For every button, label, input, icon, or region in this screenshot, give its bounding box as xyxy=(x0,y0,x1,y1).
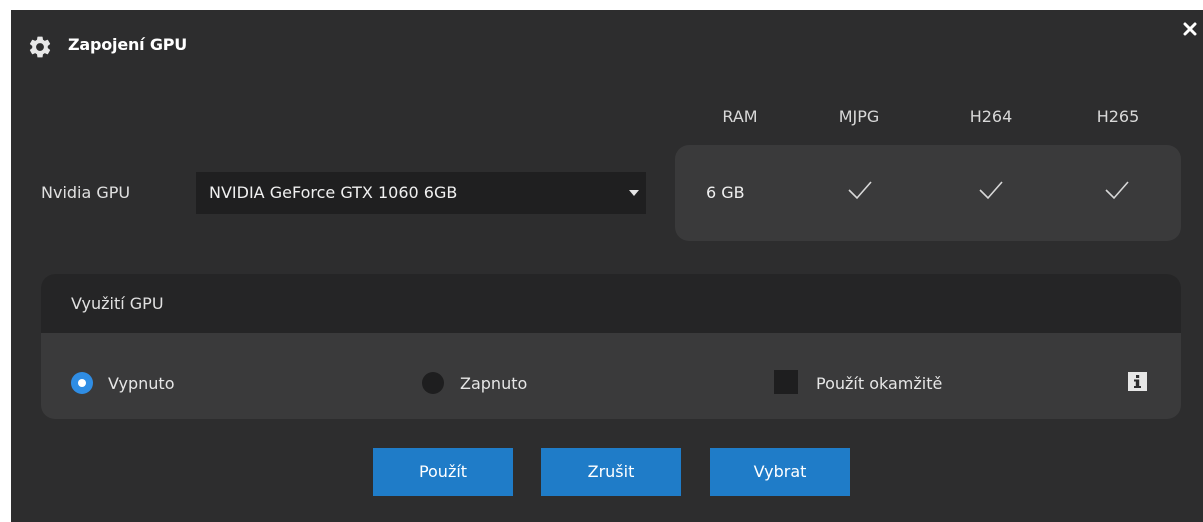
radio-on-label[interactable]: Zapnuto xyxy=(460,374,527,393)
apply-button[interactable]: Použít xyxy=(373,448,513,496)
h265-check-icon xyxy=(1105,181,1129,200)
dialog-title: Zapojení GPU xyxy=(68,35,188,54)
gpu-usage-header: Využití GPU xyxy=(41,274,1181,333)
gpu-label: Nvidia GPU xyxy=(41,183,131,202)
dropdown-arrow-icon xyxy=(629,190,639,196)
close-icon[interactable] xyxy=(1183,22,1197,36)
gpu-select-dropdown[interactable]: NVIDIA GeForce GTX 1060 6GB xyxy=(196,172,646,214)
title-bar: Zapojení GPU xyxy=(11,10,1203,80)
apply-immediately-label[interactable]: Použít okamžitě xyxy=(816,374,942,393)
ram-value: 6 GB xyxy=(706,183,745,202)
capabilities-panel: 6 GB xyxy=(675,145,1181,241)
radio-off[interactable] xyxy=(71,372,93,394)
cancel-button[interactable]: Zrušit xyxy=(541,448,681,496)
mjpg-check-icon xyxy=(848,181,872,200)
info-icon[interactable] xyxy=(1128,372,1147,391)
gpu-usage-title: Využití GPU xyxy=(71,294,164,313)
header-h265: H265 xyxy=(1096,107,1140,126)
gear-icon xyxy=(29,36,51,58)
header-h264: H264 xyxy=(969,107,1013,126)
radio-off-label[interactable]: Vypnuto xyxy=(108,374,174,393)
apply-immediately-checkbox[interactable] xyxy=(774,370,798,394)
gpu-select-value: NVIDIA GeForce GTX 1060 6GB xyxy=(209,183,458,202)
gpu-usage-panel: Využití GPU Vypnuto Zapnuto Použít okamž… xyxy=(41,274,1181,419)
gpu-dialog: Zapojení GPU Nvidia GPU NVIDIA GeForce G… xyxy=(11,10,1203,522)
select-button[interactable]: Vybrat xyxy=(710,448,850,496)
header-ram: RAM xyxy=(722,107,758,126)
radio-on[interactable] xyxy=(422,372,444,394)
header-mjpg: MJPG xyxy=(838,107,880,126)
h264-check-icon xyxy=(979,181,1003,200)
